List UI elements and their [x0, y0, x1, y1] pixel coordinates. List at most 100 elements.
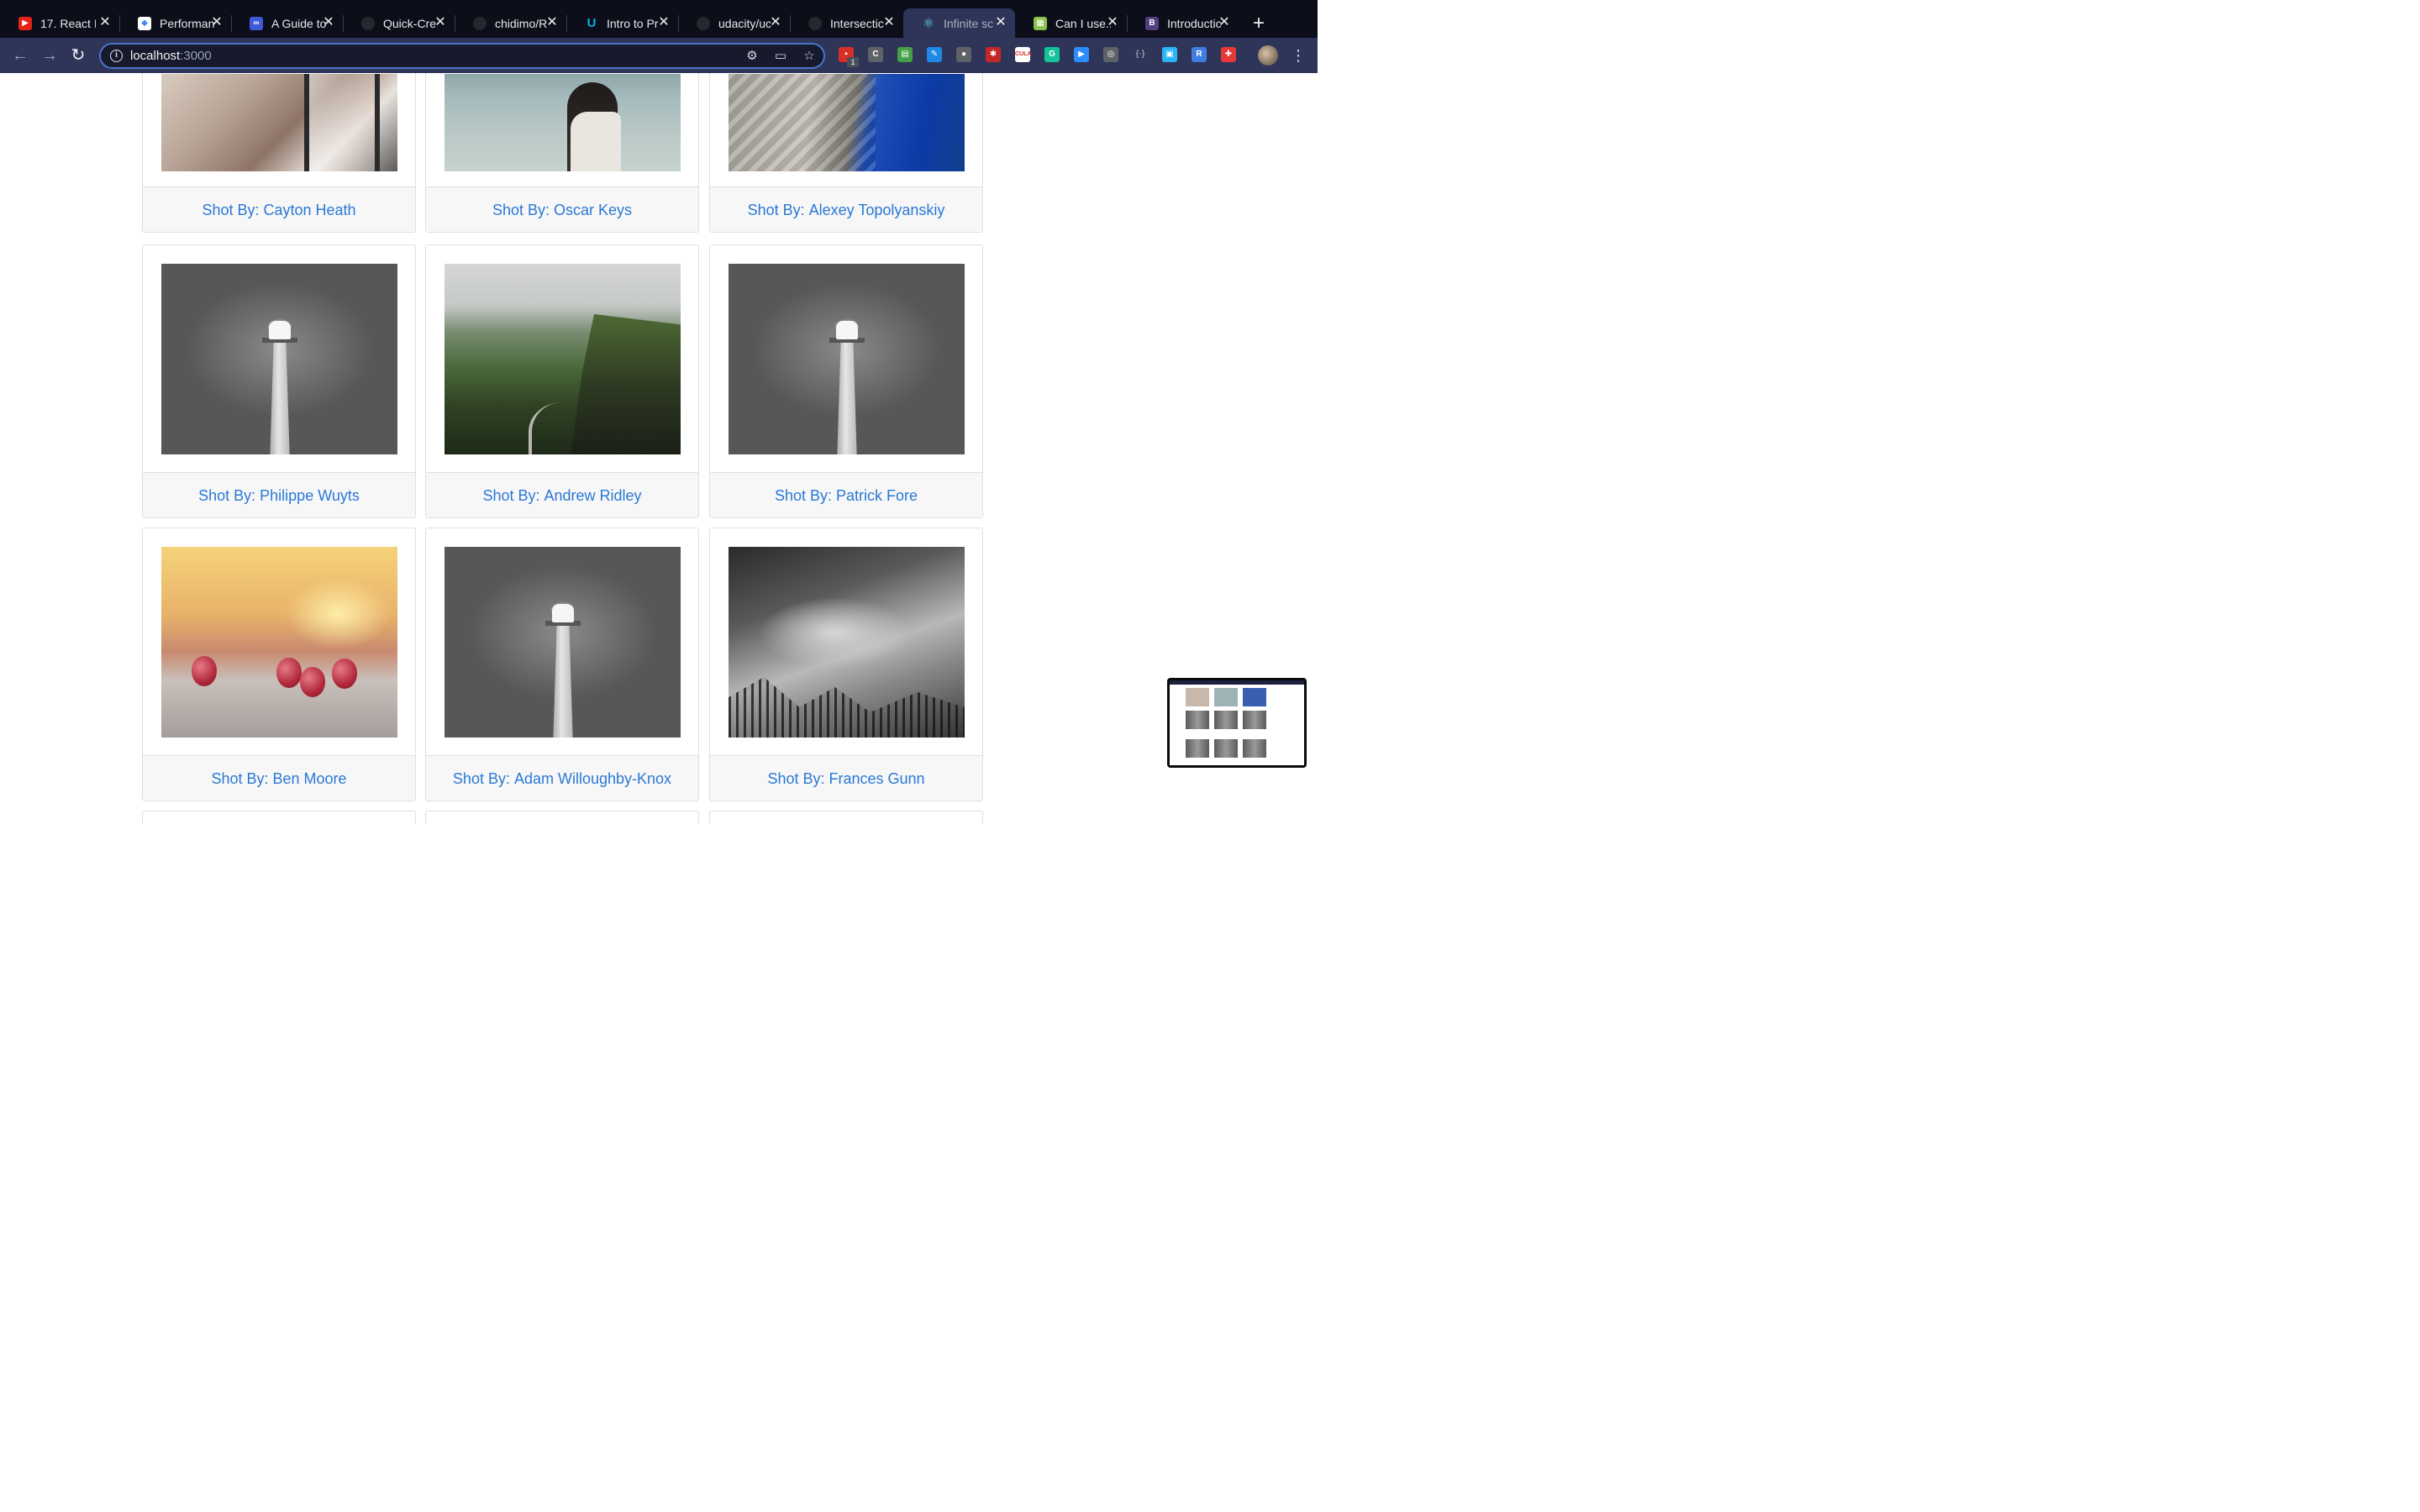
r-ext-icon[interactable]: R [1192, 47, 1207, 62]
bug-ext-icon[interactable]: ✱ [986, 47, 1001, 62]
window-frame [304, 74, 380, 171]
lighthouse-tower [837, 327, 857, 454]
gift-ext-icon[interactable]: ✚ [1221, 47, 1236, 62]
caption-prefix: Shot By: [198, 487, 256, 504]
close-icon[interactable]: ✕ [1105, 15, 1120, 30]
photographer-name: Cayton Heath [263, 202, 356, 218]
raspberry [192, 656, 217, 686]
brackets-ext-icon[interactable]: {·} [1133, 47, 1148, 62]
close-icon[interactable]: ✕ [321, 15, 336, 30]
close-icon[interactable]: ✕ [993, 15, 1008, 30]
tab-title: Infinite sc [944, 16, 994, 30]
photographer-caption[interactable]: Shot By: Andrew Ridley [426, 472, 698, 517]
tab-quick-create[interactable]: Quick-Cre ✕ [343, 8, 455, 38]
tab-intro-udacity[interactable]: U Intro to Pr ✕ [566, 8, 678, 38]
blocked-cookies-icon[interactable]: ⚙ [744, 49, 760, 64]
cs-ext-icon[interactable]: C [868, 47, 883, 62]
feather-ext-icon[interactable]: ✎ [927, 47, 942, 62]
tab-chidimo[interactable]: chidimo/R ✕ [455, 8, 566, 38]
thumbnail-image [1214, 688, 1238, 706]
tab-title: chidimo/R [495, 16, 548, 30]
close-icon[interactable]: ✕ [209, 15, 224, 30]
forward-arrow-icon[interactable]: → [39, 45, 60, 66]
reload-icon[interactable]: ↻ [67, 45, 89, 66]
lighthouse-tower [553, 610, 573, 738]
new-tab-plus-icon[interactable]: + [1249, 13, 1269, 34]
tab-title: A Guide to [271, 16, 327, 30]
thumbnail-toolbar [1170, 680, 1304, 685]
tab-infinite-scroll[interactable]: ⚛ Infinite sc ✕ [903, 8, 1015, 38]
target-ext-icon[interactable]: ◎ [1103, 47, 1118, 62]
url-host: localhost [130, 49, 181, 63]
circle-ext-icon[interactable]: ● [956, 47, 971, 62]
back-arrow-icon[interactable]: ← [9, 45, 31, 66]
close-icon[interactable]: ✕ [433, 15, 448, 30]
zoom-ext-icon[interactable]: ▶ [1074, 47, 1089, 62]
photographer-caption[interactable]: Shot By: Alexey Topolyanskiy [710, 186, 982, 232]
kebab-menu-icon[interactable]: ⋮ [1290, 45, 1307, 66]
screen-recording-thumbnail[interactable] [1167, 678, 1307, 768]
address-bar-url[interactable]: localhost:3000 [130, 49, 212, 63]
gallery-card: Shot By: Cayton Heath [142, 73, 416, 233]
tab-title: Intersectic [830, 16, 884, 30]
photographer-name: Philippe Wuyts [260, 487, 360, 504]
photographer-caption[interactable]: Shot By: Patrick Fore [710, 472, 982, 517]
profile-avatar[interactable] [1258, 45, 1278, 66]
grammarly-ext-icon[interactable]: G [1044, 47, 1060, 62]
tab-intersection[interactable]: Intersectic ✕ [790, 8, 903, 38]
cast-icon[interactable]: ▭ [773, 49, 788, 64]
thumbnail-image [1186, 711, 1209, 729]
photo-bride [161, 74, 397, 171]
raspberry [276, 658, 302, 688]
bookmark-star-icon[interactable]: ☆ [802, 49, 817, 64]
tab-guide[interactable]: ∞ A Guide to ✕ [231, 8, 343, 38]
photo-lighthouse [729, 264, 965, 454]
photographer-name: Andrew Ridley [544, 487, 642, 504]
caniuse-favicon-icon: ▦ [1034, 16, 1047, 30]
tab-bootstrap-intro[interactable]: B Introductic ✕ [1127, 8, 1239, 38]
lighthouse-lamp [269, 321, 291, 339]
gallery-card: Shot By: Andrew Ridley [425, 244, 699, 518]
photo-scarf [445, 74, 681, 171]
address-bar[interactable]: i localhost:3000 ⚙ ▭ ☆ [99, 43, 825, 69]
photographer-caption[interactable]: Shot By: Oscar Keys [426, 186, 698, 232]
close-icon[interactable]: ✕ [656, 15, 671, 30]
printer-ext-icon[interactable]: ▤ [897, 47, 913, 62]
gallery-card: Shot By: Adam Willoughby-Knox [425, 528, 699, 801]
photographer-caption[interactable]: Shot By: Ben Moore [143, 755, 415, 801]
close-icon[interactable]: ✕ [768, 15, 783, 30]
info-icon[interactable]: i [110, 50, 123, 62]
photographer-caption[interactable]: Shot By: Adam Willoughby-Knox [426, 755, 698, 801]
photographer-caption[interactable]: Shot By: Cayton Heath [143, 186, 415, 232]
youtube-favicon-icon: ▶ [18, 16, 32, 30]
caption-prefix: Shot By: [767, 770, 825, 787]
cula-ext-icon[interactable]: CULA [1015, 47, 1031, 62]
github-favicon-icon [473, 16, 487, 30]
photo-raspberries [161, 547, 397, 738]
thumbnail-image [1243, 711, 1266, 729]
close-icon[interactable]: ✕ [97, 15, 113, 30]
github-favicon-icon [361, 16, 375, 30]
bootstrap-favicon-icon: B [1145, 16, 1159, 30]
tab-can-i-use[interactable]: ▦ Can I use.. ✕ [1015, 8, 1127, 38]
page-viewport[interactable]: Shot By: Cayton Heath Shot By: Oscar Keys Sh… [0, 73, 1318, 823]
close-icon[interactable]: ✕ [544, 15, 560, 30]
tab-performance[interactable]: ◆ Performan ✕ [119, 8, 231, 38]
screen-ext-icon[interactable]: ▣ [1162, 47, 1177, 62]
photographer-caption[interactable]: Shot By: Philippe Wuyts [143, 472, 415, 517]
close-icon[interactable]: ✕ [1217, 15, 1232, 30]
caption-prefix: Shot By: [774, 487, 832, 504]
thumbnail-image [1186, 688, 1209, 706]
github-favicon-icon [808, 16, 822, 30]
photographer-caption[interactable]: Shot By: Frances Gunn [710, 755, 982, 801]
tab-title: Quick-Cre [383, 16, 437, 30]
close-icon[interactable]: ✕ [881, 15, 897, 30]
lighthouse-tower [270, 327, 290, 454]
tab-udacity-repo[interactable]: udacity/uc ✕ [678, 8, 790, 38]
rock-plateau [729, 74, 876, 171]
caption-prefix: Shot By: [452, 770, 510, 787]
tab-react-video[interactable]: ▶ 17. React I ✕ [0, 8, 119, 38]
photographer-name: Patrick Fore [836, 487, 918, 504]
tab-title: Introductic [1167, 16, 1222, 30]
github-favicon-icon [697, 16, 710, 30]
